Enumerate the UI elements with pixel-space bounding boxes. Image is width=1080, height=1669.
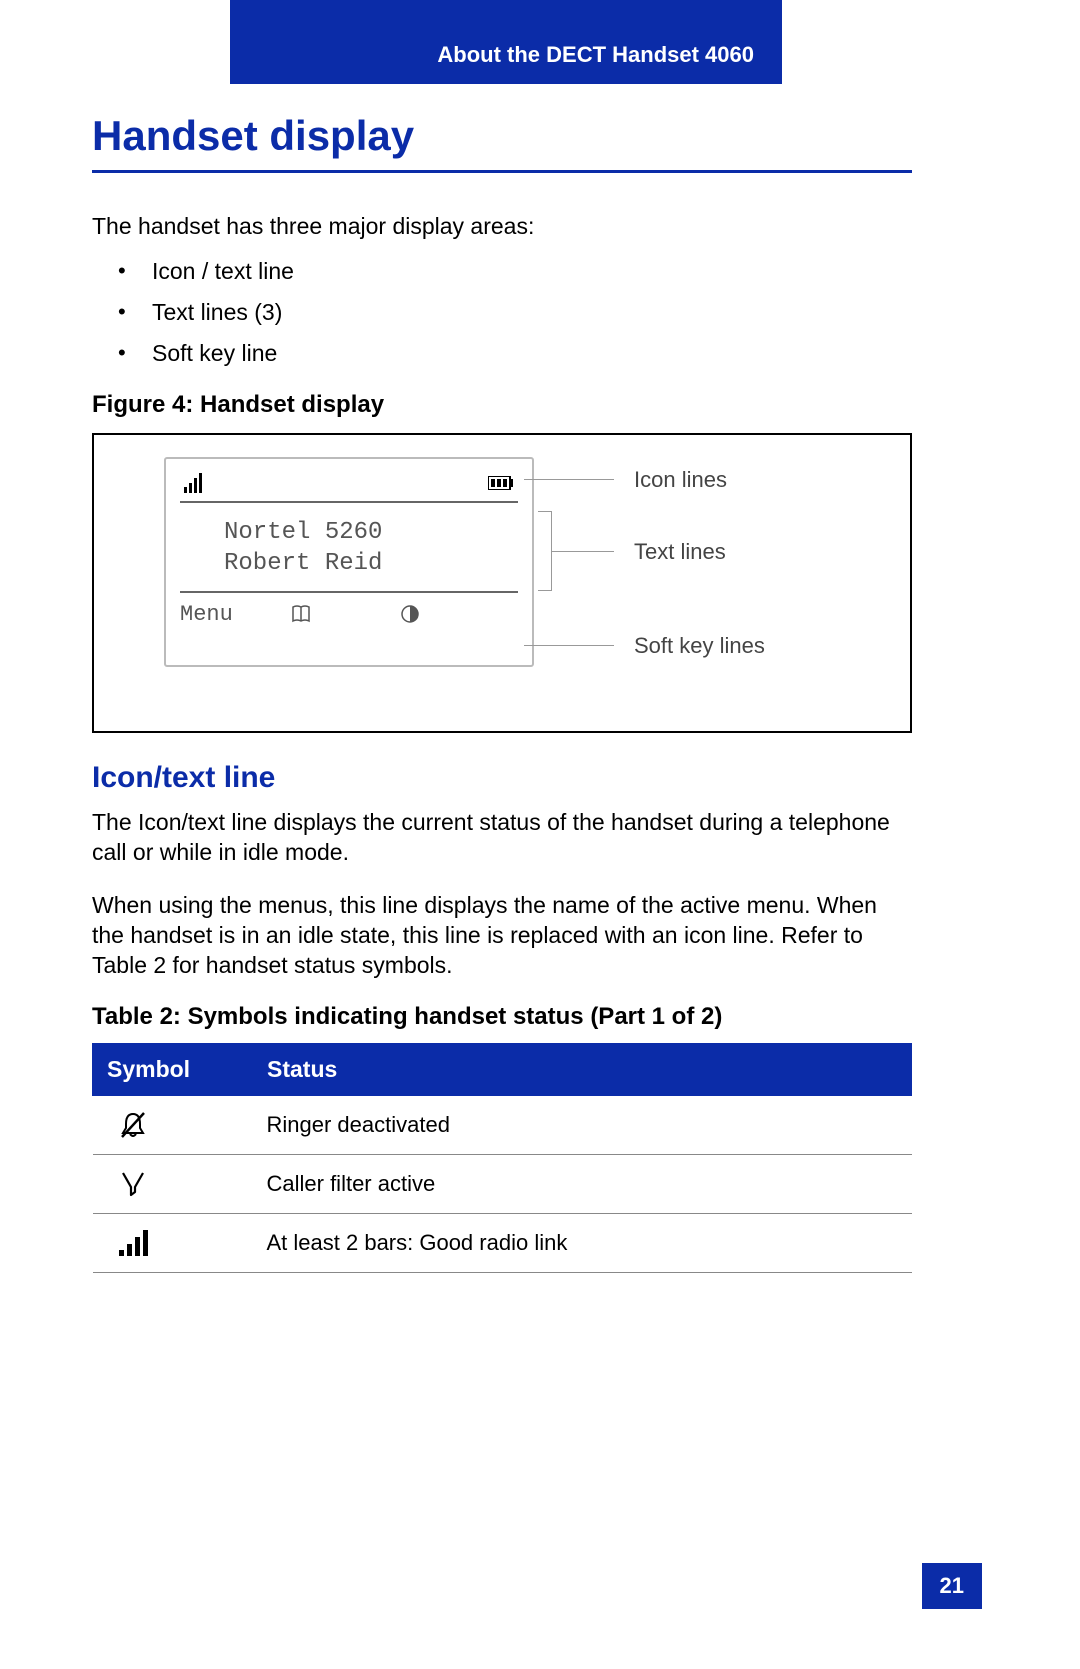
battery-icon [488,476,514,490]
page-title: Handset display [92,112,912,173]
signal-bars-icon [93,1213,253,1272]
col-symbol: Symbol [93,1043,253,1095]
page-number: 21 [922,1563,982,1609]
figure-box: Nortel 5260 Robert Reid Menu Icon lines … [92,433,912,733]
table-row: Caller filter active [93,1154,912,1213]
col-status: Status [253,1043,912,1095]
intro-text: The handset has three major display area… [92,213,912,240]
bracket [538,511,552,591]
book-icon [291,605,402,623]
leader-line [524,479,614,480]
areas-list: Icon / text line Text lines (3) Soft key… [118,258,912,367]
leader-line [524,645,614,646]
status-text: Caller filter active [253,1154,912,1213]
status-text: Ringer deactivated [253,1095,912,1154]
table-header-row: Symbol Status [93,1043,912,1095]
list-item: Icon / text line [118,258,912,285]
signal-icon [184,473,206,493]
bell-slash-icon [93,1095,253,1154]
table-row: Ringer deactivated [93,1095,912,1154]
lcd-text-area: Nortel 5260 Robert Reid [180,503,518,591]
softkey-menu-label: Menu [180,602,291,627]
lcd-icon-row [180,469,518,503]
table-caption: Table 2: Symbols indicating handset stat… [92,1003,912,1031]
callout-icon-lines: Icon lines [634,467,727,493]
lcd-text-line: Robert Reid [224,548,518,579]
callout-soft-lines: Soft key lines [634,633,765,659]
leader-line [552,551,614,552]
table-row: At least 2 bars: Good radio link [93,1213,912,1272]
chapter-title: About the DECT Handset 4060 [437,42,754,68]
body-paragraph: When using the menus, this line displays… [92,890,912,981]
contrast-icon [401,605,518,623]
lcd-screen: Nortel 5260 Robert Reid Menu [164,457,534,667]
figure-caption: Figure 4: Handset display [92,391,912,419]
body-paragraph: The Icon/text line displays the current … [92,807,912,868]
lcd-softkey-row: Menu [180,591,518,629]
list-item: Soft key line [118,340,912,367]
status-text: At least 2 bars: Good radio link [253,1213,912,1272]
status-table: Symbol Status Ringer deactivated Caller … [92,1043,912,1273]
callout-text-lines: Text lines [634,539,726,565]
list-item: Text lines (3) [118,299,912,326]
lcd-text-line: Nortel 5260 [224,517,518,548]
chapter-header: About the DECT Handset 4060 [230,0,782,84]
section-heading: Icon/text line [92,761,912,795]
filter-icon [93,1154,253,1213]
